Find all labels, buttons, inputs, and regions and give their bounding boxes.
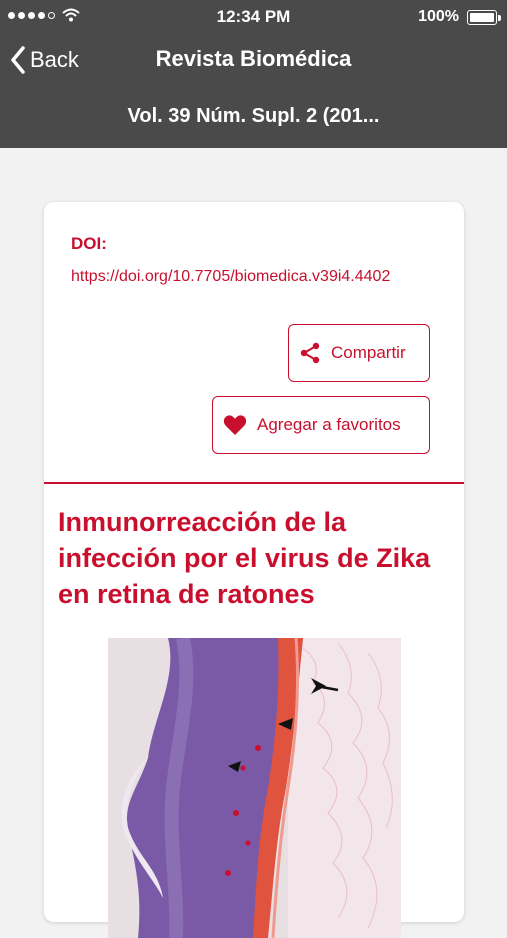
favorite-label: Agregar a favoritos [257,415,401,434]
share-icon [300,342,320,364]
app-header: 12:34 PM 100% Back Revista Biomédica Vol… [0,0,507,148]
status-bar: 12:34 PM 100% [0,0,507,32]
issue-subtitle: Vol. 39 Núm. Supl. 2 (201... [127,105,380,127]
doi-label: DOI: [71,234,107,253]
battery-percentage: 100% [418,8,459,25]
heart-icon [223,415,247,435]
battery-icon [467,10,501,25]
page-title: Revista Biomédica [155,46,352,71]
doi-link[interactable]: https://doi.org/10.7705/biomedica.v39i4.… [71,264,441,289]
share-label: Compartir [331,343,406,362]
article-title: Inmunorreacción de la infección por el v… [58,507,431,609]
section-divider [44,482,464,484]
add-favorite-button[interactable]: Agregar a favoritos [212,396,430,454]
article-card: DOI: https://doi.org/10.7705/biomedica.v… [44,202,464,938]
retina-histology-image [108,638,401,938]
share-button[interactable]: Compartir [288,324,430,382]
